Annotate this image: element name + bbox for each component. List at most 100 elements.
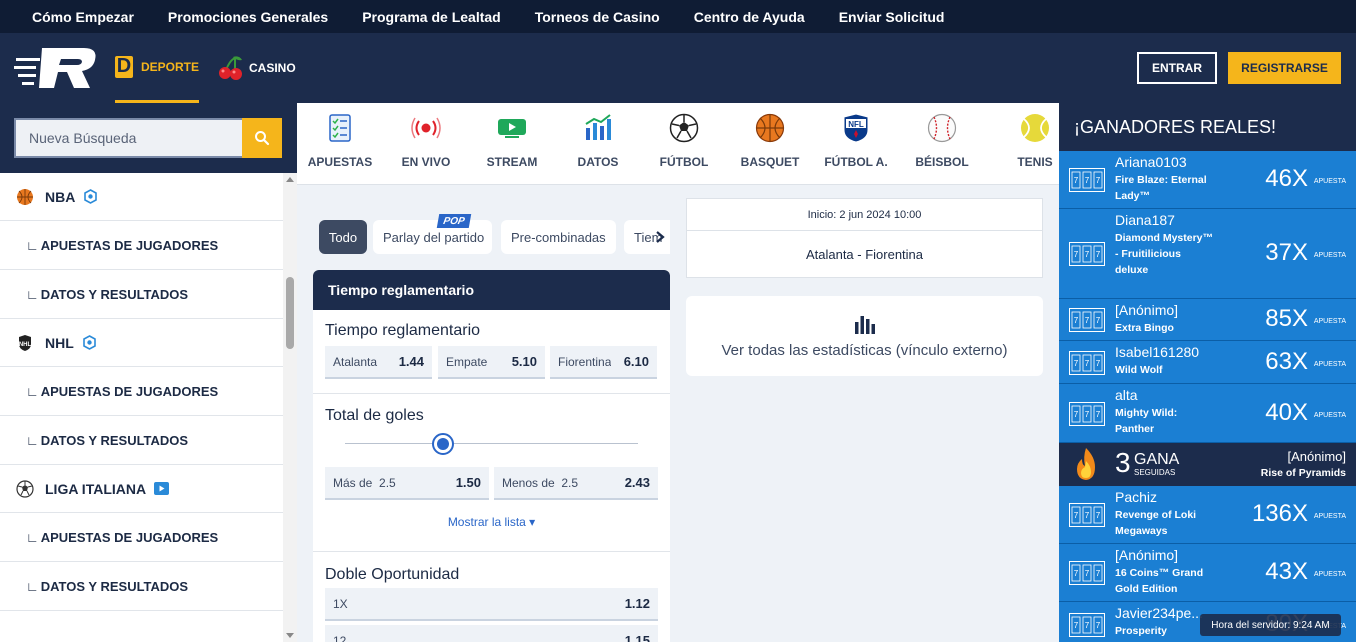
odd-button-draw[interactable]: Empate 5.10: [438, 346, 545, 379]
winner-row[interactable]: 7 7 7 Diana187 Diamond Mystery™ - Fruitilici…: [1059, 209, 1356, 299]
nav-enviar-solicitud[interactable]: Enviar Solicitud: [839, 9, 945, 25]
odd-label: Empate: [446, 354, 488, 369]
sidebar-subitem-nba-player-bets[interactable]: ∟ APUESTAS DE JUGADORES: [0, 221, 283, 270]
over-line: 2.5: [379, 475, 396, 490]
sport-category-bar: APUESTAS EN VIVO STREAM DATOS FÚTBOL BAS…: [297, 103, 1059, 185]
market-title-regular: Tiempo reglamentario: [325, 322, 481, 339]
winner-multiplier: 46X: [1265, 165, 1308, 192]
category-tenis[interactable]: TENIS: [992, 103, 1059, 184]
winner-username: [Anónimo]: [1115, 547, 1179, 563]
nav-centro-ayuda[interactable]: Centro de Ayuda: [694, 9, 805, 25]
scroll-up-arrow[interactable]: [286, 177, 294, 182]
winner-username: Ariana0103: [1115, 154, 1187, 170]
soccer-ball-icon: [669, 113, 699, 143]
login-button[interactable]: ENTRAR: [1137, 52, 1217, 84]
svg-text:7: 7: [1085, 621, 1090, 630]
sub-marker: ∟: [26, 432, 39, 448]
nav-torneos-casino[interactable]: Torneos de Casino: [535, 9, 660, 25]
winner-username: Javier234pe...: [1115, 605, 1203, 621]
winner-row[interactable]: 7 7 7 [Anónimo] Extra Bingo 85X APUESTA: [1059, 299, 1356, 341]
svg-text:7: 7: [1085, 250, 1090, 259]
svg-text:7: 7: [1074, 410, 1079, 419]
live-stream-icon: [83, 189, 98, 204]
category-apuestas[interactable]: APUESTAS: [297, 103, 383, 184]
category-en-vivo[interactable]: EN VIVO: [383, 103, 469, 184]
market-title-double-chance: Doble Oportunidad: [325, 566, 460, 583]
winner-row[interactable]: 7 7 7 [Anónimo] 16 Coins™ Grand Gold Edition…: [1059, 544, 1356, 602]
under-label: Menos de: [502, 475, 555, 490]
category-futbol[interactable]: FÚTBOL: [641, 103, 727, 184]
nfl-icon: NFL: [841, 113, 871, 143]
line-slider-handle[interactable]: [432, 433, 454, 455]
winner-game: Wild Wolf: [1115, 364, 1163, 376]
sidebar-subitem-liga-stats[interactable]: ∟ DATOS Y RESULTADOS: [0, 562, 283, 611]
sidebar-item-nba[interactable]: NBA: [0, 173, 283, 221]
line-slider-track[interactable]: [345, 443, 638, 444]
category-beisbol[interactable]: BÉISBOL: [899, 103, 985, 184]
svg-text:7: 7: [1096, 250, 1101, 259]
svg-text:NFL: NFL: [848, 120, 864, 129]
odd-button-over[interactable]: Más de 2.5 1.50: [325, 467, 489, 500]
winner-username: [Anónimo]: [1115, 302, 1179, 318]
tab-deporte[interactable]: D DEPORTE: [115, 33, 199, 103]
baseball-icon: [927, 113, 957, 143]
show-list-link[interactable]: Mostrar la lista ▾: [313, 515, 670, 529]
sidebar-subitem-liga-player-bets[interactable]: ∟ APUESTAS DE JUGADORES: [0, 513, 283, 562]
sidebar-subitem-label: APUESTAS DE JUGADORES: [40, 529, 219, 545]
sidebar-subitem-label: DATOS Y RESULTADOS: [40, 432, 189, 448]
svg-text:7: 7: [1096, 621, 1101, 630]
category-label: EN VIVO: [401, 155, 451, 169]
winner-apuesta-label: APUESTA: [1313, 361, 1346, 368]
sidebar-item-liga-italiana[interactable]: LIGA ITALIANA: [0, 465, 283, 513]
tab-casino[interactable]: CASINO: [218, 33, 296, 103]
scrollbar-thumb[interactable]: [286, 277, 294, 349]
category-futbol-americano[interactable]: NFL FÚTBOL A.: [813, 103, 899, 184]
search-button[interactable]: [242, 118, 282, 158]
winner-row[interactable]: 7 7 7 alta Mighty Wild: Panther 40X APUESTA: [1059, 384, 1356, 443]
filter-precombinadas[interactable]: Pre-combinadas: [501, 220, 616, 254]
sidebar-subitem-nhl-player-bets[interactable]: ∟ APUESTAS DE JUGADORES: [0, 367, 283, 416]
search-input[interactable]: [14, 118, 242, 158]
slot-machine-icon: 777: [1069, 351, 1105, 375]
sidebar-item-label: NHL: [45, 334, 74, 351]
match-start-time: Inicio: 2 jun 2024 10:00: [687, 199, 1042, 231]
odd-button-under[interactable]: Menos de 2.5 2.43: [494, 467, 658, 500]
category-basquet[interactable]: BASQUET: [727, 103, 813, 184]
stats-link-text: Ver todas las estadísticas (vínculo exte…: [721, 341, 1008, 359]
brand-logo[interactable]: [14, 46, 98, 90]
odd-label: Fiorentina: [558, 354, 612, 369]
svg-text:7: 7: [1096, 511, 1101, 520]
category-datos[interactable]: DATOS: [555, 103, 641, 184]
odd-button-1x[interactable]: 1X 1.12: [325, 588, 658, 621]
sidebar-subitem-nhl-stats[interactable]: ∟ DATOS Y RESULTADOS: [0, 416, 283, 465]
sidebar-scrollbar[interactable]: [283, 173, 297, 642]
under-line: 2.5: [561, 475, 579, 490]
odd-button-12[interactable]: 12 1.15: [325, 625, 658, 642]
category-label: DATOS: [577, 155, 619, 169]
register-button[interactable]: REGISTRARSE: [1228, 52, 1341, 84]
odd-button-home[interactable]: Atalanta 1.44: [325, 346, 432, 379]
sub-marker: ∟: [26, 237, 39, 253]
filter-parlay[interactable]: Parlay del partido: [373, 220, 492, 254]
sidebar-item-nhl[interactable]: NHL NHL: [0, 319, 283, 367]
odd-label: Atalanta: [333, 354, 378, 369]
chevron-right-icon[interactable]: [654, 230, 666, 244]
nav-como-empezar[interactable]: Cómo Empezar: [32, 9, 134, 25]
category-stream[interactable]: STREAM: [469, 103, 555, 184]
nav-promociones[interactable]: Promociones Generales: [168, 9, 328, 25]
nav-programa-lealtad[interactable]: Programa de Lealtad: [362, 9, 501, 25]
svg-text:7: 7: [1085, 410, 1090, 419]
winner-multiplier: 136X: [1251, 500, 1308, 527]
winner-row[interactable]: 7 7 7 Ariana0103 Fire Blaze: Eternal Lady™ 46…: [1059, 151, 1356, 209]
winner-row[interactable]: 7 7 7 Pachiz Revenge of Loki Megaways 136X APU…: [1059, 486, 1356, 544]
winner-apuesta-label: APUESTA: [1313, 318, 1346, 325]
odd-value: 1.15: [624, 633, 650, 642]
tennis-ball-icon: [1020, 113, 1050, 143]
scroll-down-arrow[interactable]: [286, 633, 294, 638]
winner-username: Diana187: [1115, 212, 1175, 228]
sidebar-subitem-nba-stats[interactable]: ∟ DATOS Y RESULTADOS: [0, 270, 283, 319]
filter-todo[interactable]: Todo: [319, 220, 367, 254]
stats-link-card[interactable]: Ver todas las estadísticas (vínculo exte…: [686, 296, 1043, 376]
winner-row[interactable]: 7 7 7 Isabel161280 Wild Wolf 63X APUESTA: [1059, 341, 1356, 384]
odd-button-away[interactable]: Fiorentina 6.10: [550, 346, 657, 379]
